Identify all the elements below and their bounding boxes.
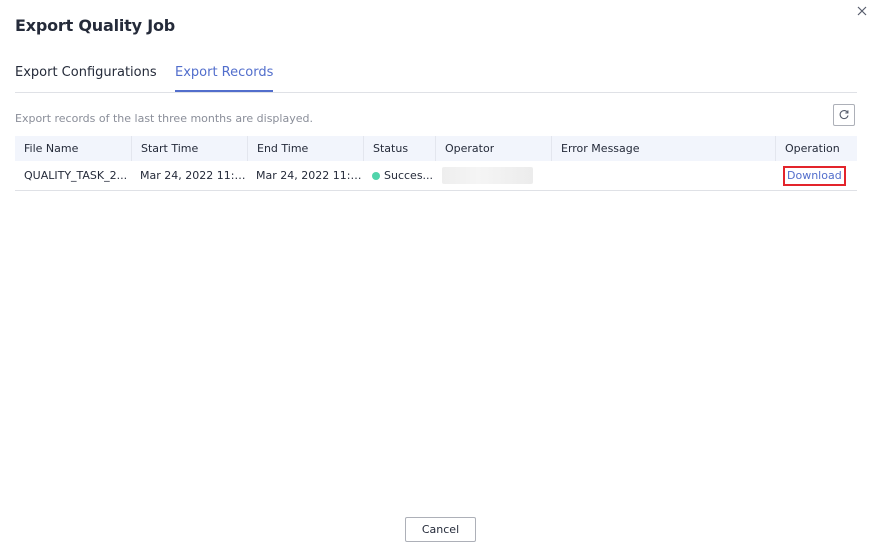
dialog-title: Export Quality Job [15, 16, 176, 35]
cell-end-time: Mar 24, 2022 11:1... [256, 169, 363, 182]
table-header: File Name Start Time End Time Status Ope… [15, 136, 857, 161]
tab-bar: Export Configurations Export Records [15, 64, 857, 93]
status-success-dot-icon [372, 171, 380, 180]
cell-operator [435, 161, 551, 190]
cell-file-name: QUALITY_TASK_2... [24, 169, 128, 182]
close-icon[interactable] [853, 2, 871, 20]
column-header-start-time: Start Time [131, 136, 248, 161]
column-header-error-message: Error Message [551, 136, 776, 161]
column-header-operator: Operator [435, 136, 552, 161]
status-label: Succes... [384, 169, 434, 182]
cell-start-time: Mar 24, 2022 11:1... [140, 169, 247, 182]
tab-export-configurations[interactable]: Export Configurations [15, 64, 157, 91]
column-header-operation: Operation [775, 136, 858, 161]
download-link[interactable]: Download [783, 165, 846, 186]
column-header-status: Status [363, 136, 436, 161]
cancel-button[interactable]: Cancel [405, 517, 476, 542]
tab-export-records[interactable]: Export Records [175, 64, 274, 92]
cell-status: Succes... [363, 161, 435, 190]
cell-operation: Download [775, 161, 857, 190]
column-header-end-time: End Time [247, 136, 364, 161]
table-row: QUALITY_TASK_2... Mar 24, 2022 11:1... M… [15, 161, 857, 191]
cell-error-message [551, 161, 775, 190]
column-header-file-name: File Name [24, 142, 79, 155]
records-hint: Export records of the last three months … [15, 112, 313, 125]
export-quality-job-dialog: Export Quality Job Export Configurations… [0, 0, 871, 546]
refresh-icon [839, 110, 849, 120]
export-records-table: File Name Start Time End Time Status Ope… [15, 136, 857, 191]
operator-redacted [442, 167, 533, 184]
refresh-button[interactable] [833, 104, 855, 126]
